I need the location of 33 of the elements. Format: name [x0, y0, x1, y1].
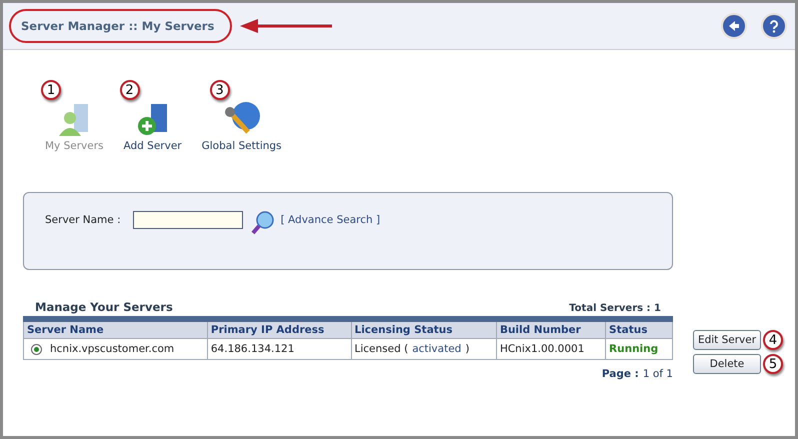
callout-number: 1: [41, 80, 61, 100]
status-text: Running: [609, 343, 658, 355]
total-count: Total Servers : 1: [569, 303, 661, 314]
back-button[interactable]: [721, 13, 747, 39]
callout-number: 5: [763, 354, 783, 374]
license-text: Licensed (: [354, 343, 408, 355]
left-arrow-icon: [727, 19, 741, 33]
field-label: Server Name :: [45, 214, 121, 226]
table-cell: HCnix1.00.0001: [496, 338, 606, 360]
server-name-field[interactable]: [132, 211, 243, 229]
callout-number: 4: [763, 330, 783, 350]
activated-link[interactable]: activated: [412, 343, 462, 355]
action-button[interactable]: Delete: [693, 354, 761, 374]
column-header: Status: [606, 319, 672, 338]
column-header: Build Number: [496, 319, 606, 338]
callout-number: 2: [120, 80, 140, 100]
column-header: Licensing Status: [351, 319, 496, 338]
callout-number: 3: [210, 80, 230, 100]
license-text: ): [465, 343, 470, 355]
table-cell: 64.186.134.121: [207, 338, 351, 360]
advance-search-link[interactable]: [ Advance Search ]: [280, 214, 380, 226]
column-header: Server Name: [24, 319, 208, 338]
page-title: Server Manager :: My Servers: [9, 9, 232, 43]
question-mark-icon: [767, 19, 781, 33]
page-value: 1 of 1: [642, 368, 673, 380]
page-label: Page :: [602, 368, 639, 380]
search-icon[interactable]: [250, 211, 275, 235]
column-header: Primary IP Address: [207, 319, 351, 338]
table-cell: hcnix.vpscustomer.com: [24, 338, 208, 360]
help-button[interactable]: [761, 13, 787, 39]
radio-button[interactable]: [31, 344, 42, 355]
action-button[interactable]: Edit Server: [693, 330, 761, 350]
table-title: Manage Your Servers: [35, 300, 173, 314]
